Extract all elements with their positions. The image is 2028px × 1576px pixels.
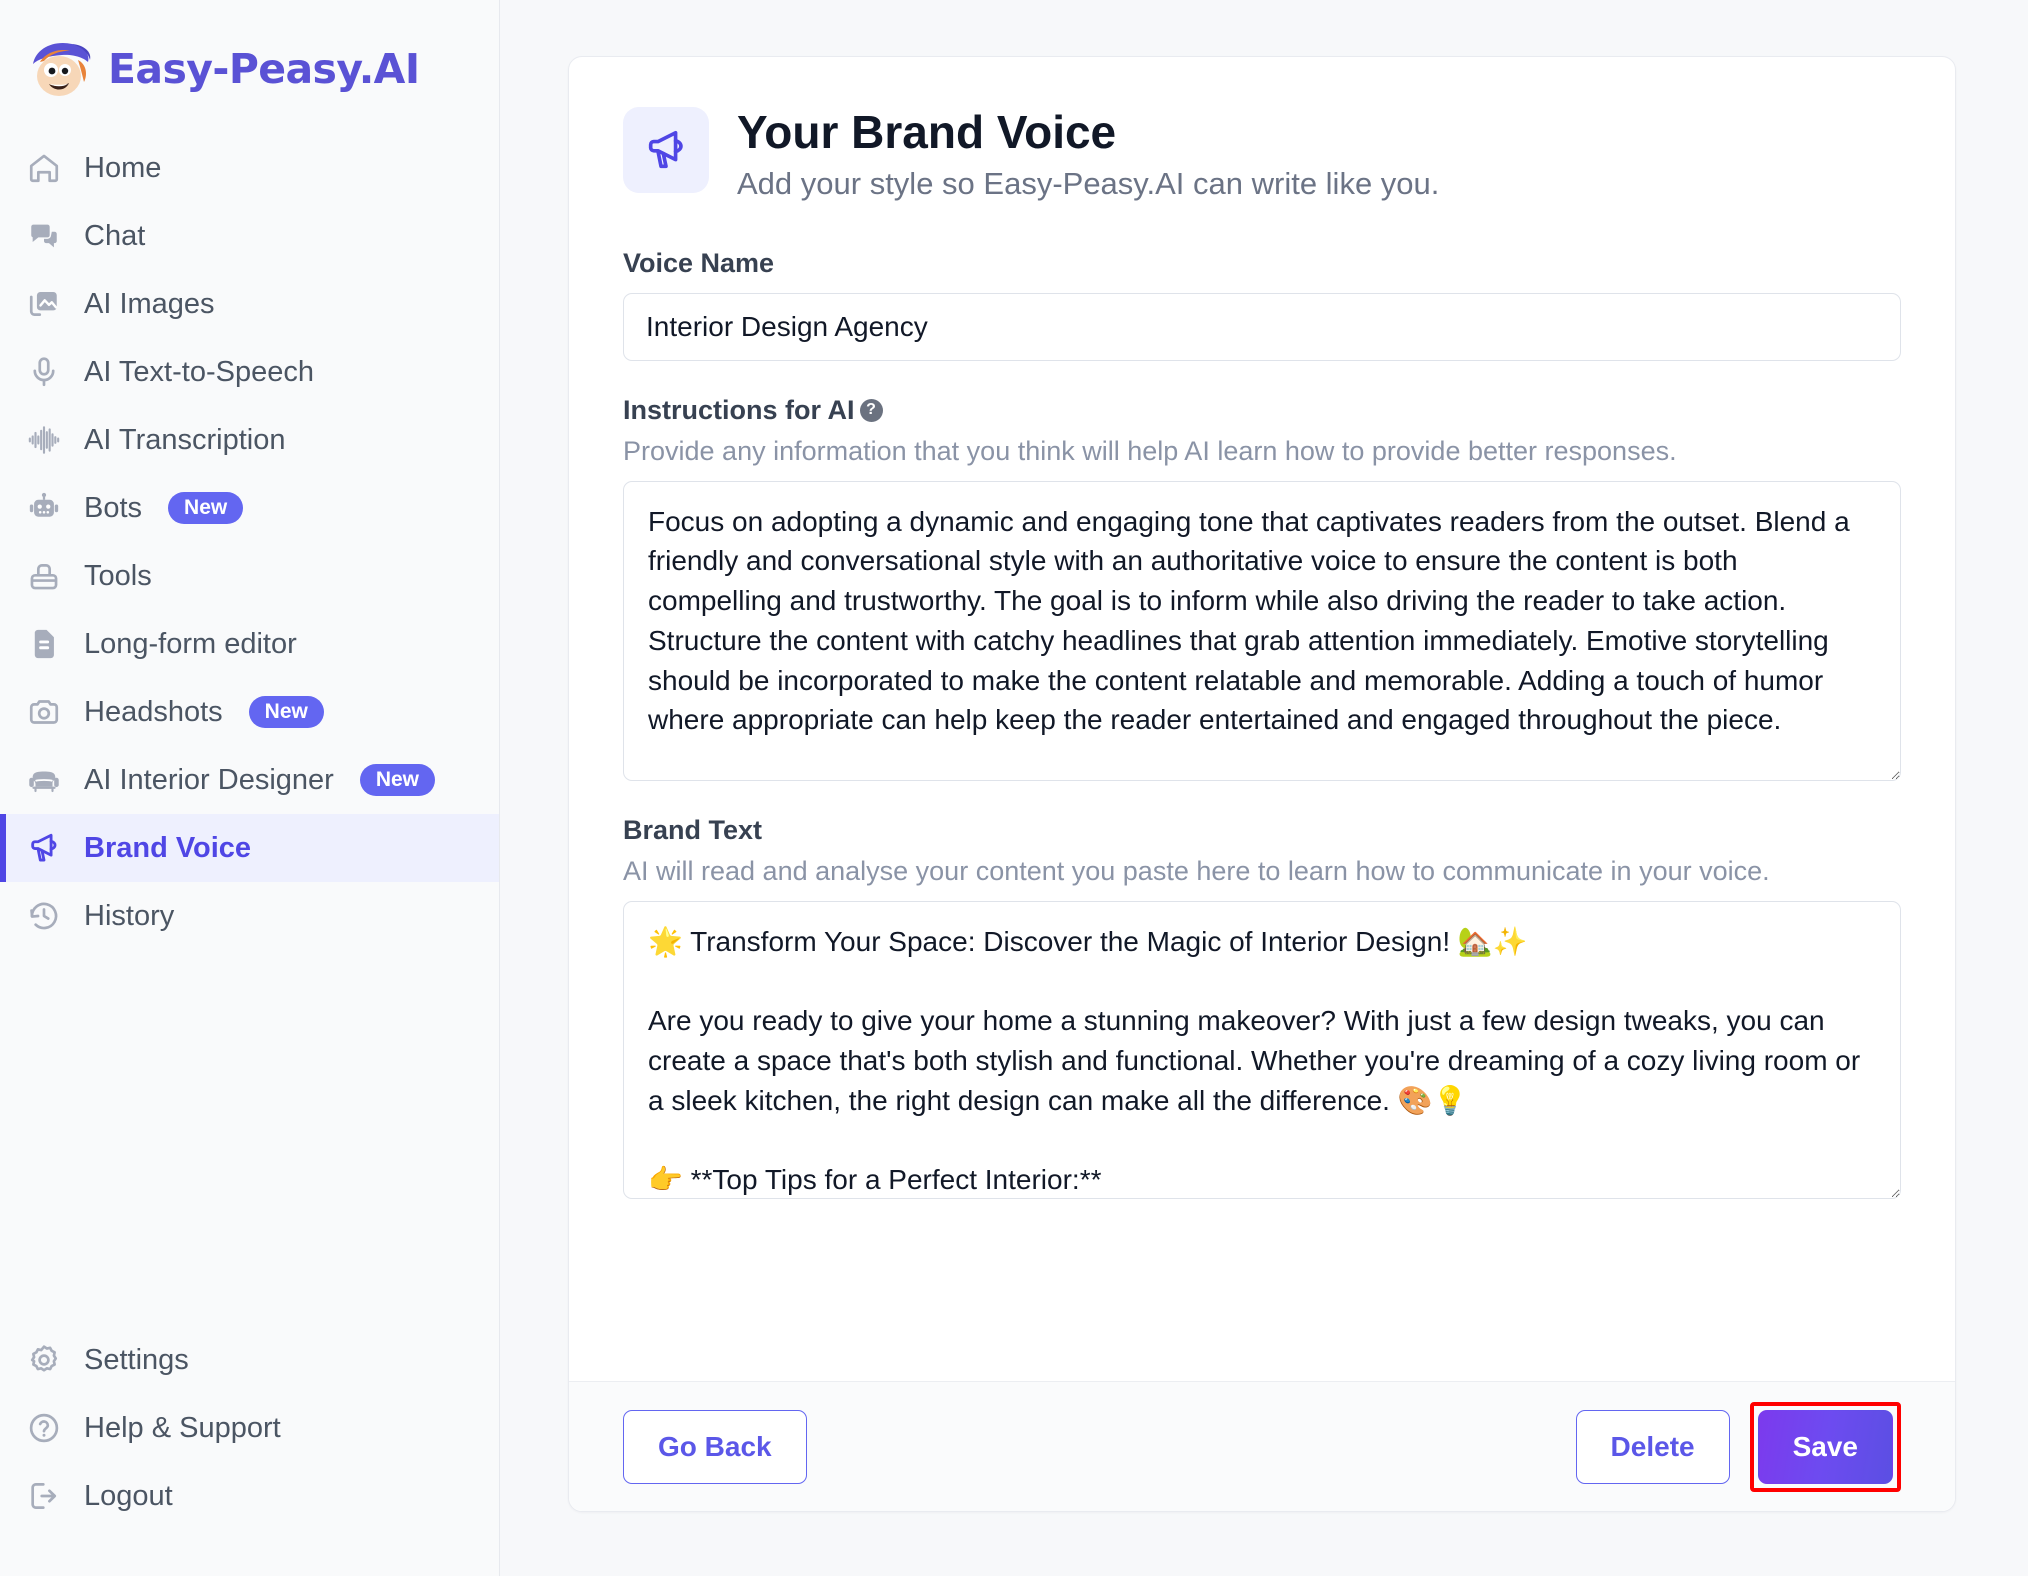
- question-mark-icon[interactable]: ?: [859, 398, 883, 422]
- brand-name: Easy-Peasy.AI: [108, 45, 420, 93]
- sidebar-item-brand-voice[interactable]: Brand Voice: [0, 814, 499, 882]
- sidebar-item-label: Bots: [84, 491, 143, 524]
- sidebar-item-ai-interior-designer[interactable]: AI Interior Designer New: [0, 746, 499, 814]
- sidebar-item-label: AI Text-to-Speech: [84, 355, 314, 388]
- save-button-highlight: Save: [1749, 1401, 1901, 1492]
- home-icon: [26, 150, 62, 186]
- instructions-hint: Provide any information that you think w…: [623, 435, 1677, 466]
- gear-icon: [26, 1342, 62, 1378]
- status-badge-new: New: [359, 764, 436, 796]
- sidebar-item-label: Settings: [84, 1343, 189, 1376]
- footer-actions: Delete Save: [1575, 1401, 1901, 1492]
- save-button[interactable]: Save: [1757, 1409, 1893, 1484]
- waveform-icon: [26, 422, 62, 458]
- status-badge-new: New: [168, 492, 244, 524]
- sidebar-item-settings[interactable]: Settings: [0, 1326, 499, 1394]
- sidebar-item-home[interactable]: Home: [0, 134, 499, 202]
- page-title: Your Brand Voice: [737, 106, 1117, 158]
- instructions-field-group: Instructions for AI ? Provide any inform…: [623, 395, 1901, 781]
- instructions-textarea[interactable]: [623, 480, 1901, 781]
- toolbox-icon: [26, 558, 62, 594]
- card-footer: Go Back Delete Save: [569, 1381, 1955, 1511]
- voice-name-field-group: Voice Name: [623, 248, 1901, 361]
- easy-peasy-mascot-logo-icon: [26, 38, 94, 100]
- sidebar-item-label: Home: [84, 151, 162, 184]
- app-root: Easy-Peasy.AI Home Chat AI Images AI Tex…: [0, 0, 2028, 1576]
- brand-text-textarea[interactable]: [623, 900, 1901, 1199]
- instructions-label-text: Instructions for AI: [623, 394, 855, 425]
- sidebar-item-headshots[interactable]: Headshots New: [0, 678, 499, 746]
- sidebar-item-ai-images[interactable]: AI Images: [0, 270, 499, 338]
- page-subtitle: Add your style so Easy-Peasy.AI can writ…: [737, 165, 1440, 201]
- card-body: Your Brand Voice Add your style so Easy-…: [569, 57, 1955, 1381]
- sidebar: Easy-Peasy.AI Home Chat AI Images AI Tex…: [0, 0, 500, 1576]
- microphone-icon: [26, 354, 62, 390]
- sidebar-item-tools[interactable]: Tools: [0, 542, 499, 610]
- camera-icon: [26, 694, 62, 730]
- question-circle-icon: [26, 1410, 62, 1446]
- robot-icon: [26, 490, 62, 526]
- sidebar-item-logout[interactable]: Logout: [0, 1462, 499, 1530]
- go-back-button[interactable]: Go Back: [623, 1409, 807, 1484]
- sidebar-item-history[interactable]: History: [0, 882, 499, 950]
- logout-icon: [26, 1478, 62, 1514]
- sidebar-item-bots[interactable]: Bots New: [0, 474, 499, 542]
- sidebar-item-label: Tools: [84, 559, 152, 592]
- sidebar-item-label: Brand Voice: [84, 831, 252, 864]
- sidebar-item-label: Headshots: [84, 695, 223, 728]
- sidebar-item-ai-text-to-speech[interactable]: AI Text-to-Speech: [0, 338, 499, 406]
- sidebar-item-label: AI Images: [84, 287, 215, 320]
- sidebar-item-label: Help & Support: [84, 1411, 281, 1444]
- image-icon: [26, 286, 62, 322]
- sidebar-item-label: Chat: [84, 219, 146, 252]
- voice-name-label: Voice Name: [623, 247, 775, 278]
- chat-icon: [26, 218, 62, 254]
- instructions-label: Instructions for AI ?: [623, 395, 1901, 426]
- sidebar-nav: Home Chat AI Images AI Text-to-Speech AI…: [0, 134, 499, 950]
- document-icon: [26, 626, 62, 662]
- brand-voice-card: Your Brand Voice Add your style so Easy-…: [568, 56, 1956, 1512]
- voice-name-input[interactable]: [623, 292, 1901, 361]
- history-clock-icon: [26, 898, 62, 934]
- sidebar-item-ai-transcription[interactable]: AI Transcription: [0, 406, 499, 474]
- megaphone-icon: [26, 830, 62, 866]
- sidebar-item-label: AI Transcription: [84, 423, 286, 456]
- sidebar-item-label: Logout: [84, 1479, 173, 1512]
- sidebar-item-label: AI Interior Designer: [84, 763, 334, 796]
- sidebar-item-chat[interactable]: Chat: [0, 202, 499, 270]
- main-content: Your Brand Voice Add your style so Easy-…: [500, 0, 2028, 1576]
- brand-text-field-group: Brand Text AI will read and analyse your…: [623, 815, 1901, 1199]
- page-header-text: Your Brand Voice Add your style so Easy-…: [737, 106, 1440, 202]
- page-header: Your Brand Voice Add your style so Easy-…: [623, 106, 1901, 202]
- megaphone-icon: [623, 107, 709, 193]
- status-badge-new: New: [248, 696, 324, 728]
- armchair-icon: [26, 762, 62, 798]
- delete-button[interactable]: Delete: [1575, 1409, 1730, 1484]
- brand-logo-block[interactable]: Easy-Peasy.AI: [0, 26, 499, 112]
- brand-text-hint: AI will read and analyse your content yo…: [623, 855, 1770, 886]
- sidebar-bottom-nav: Settings Help & Support Logout: [0, 1326, 499, 1576]
- sidebar-item-label: History: [84, 899, 175, 932]
- sidebar-item-help-support[interactable]: Help & Support: [0, 1394, 499, 1462]
- sidebar-item-label: Long-form editor: [84, 627, 297, 660]
- sidebar-item-long-form-editor[interactable]: Long-form editor: [0, 610, 499, 678]
- brand-text-label: Brand Text: [623, 814, 763, 845]
